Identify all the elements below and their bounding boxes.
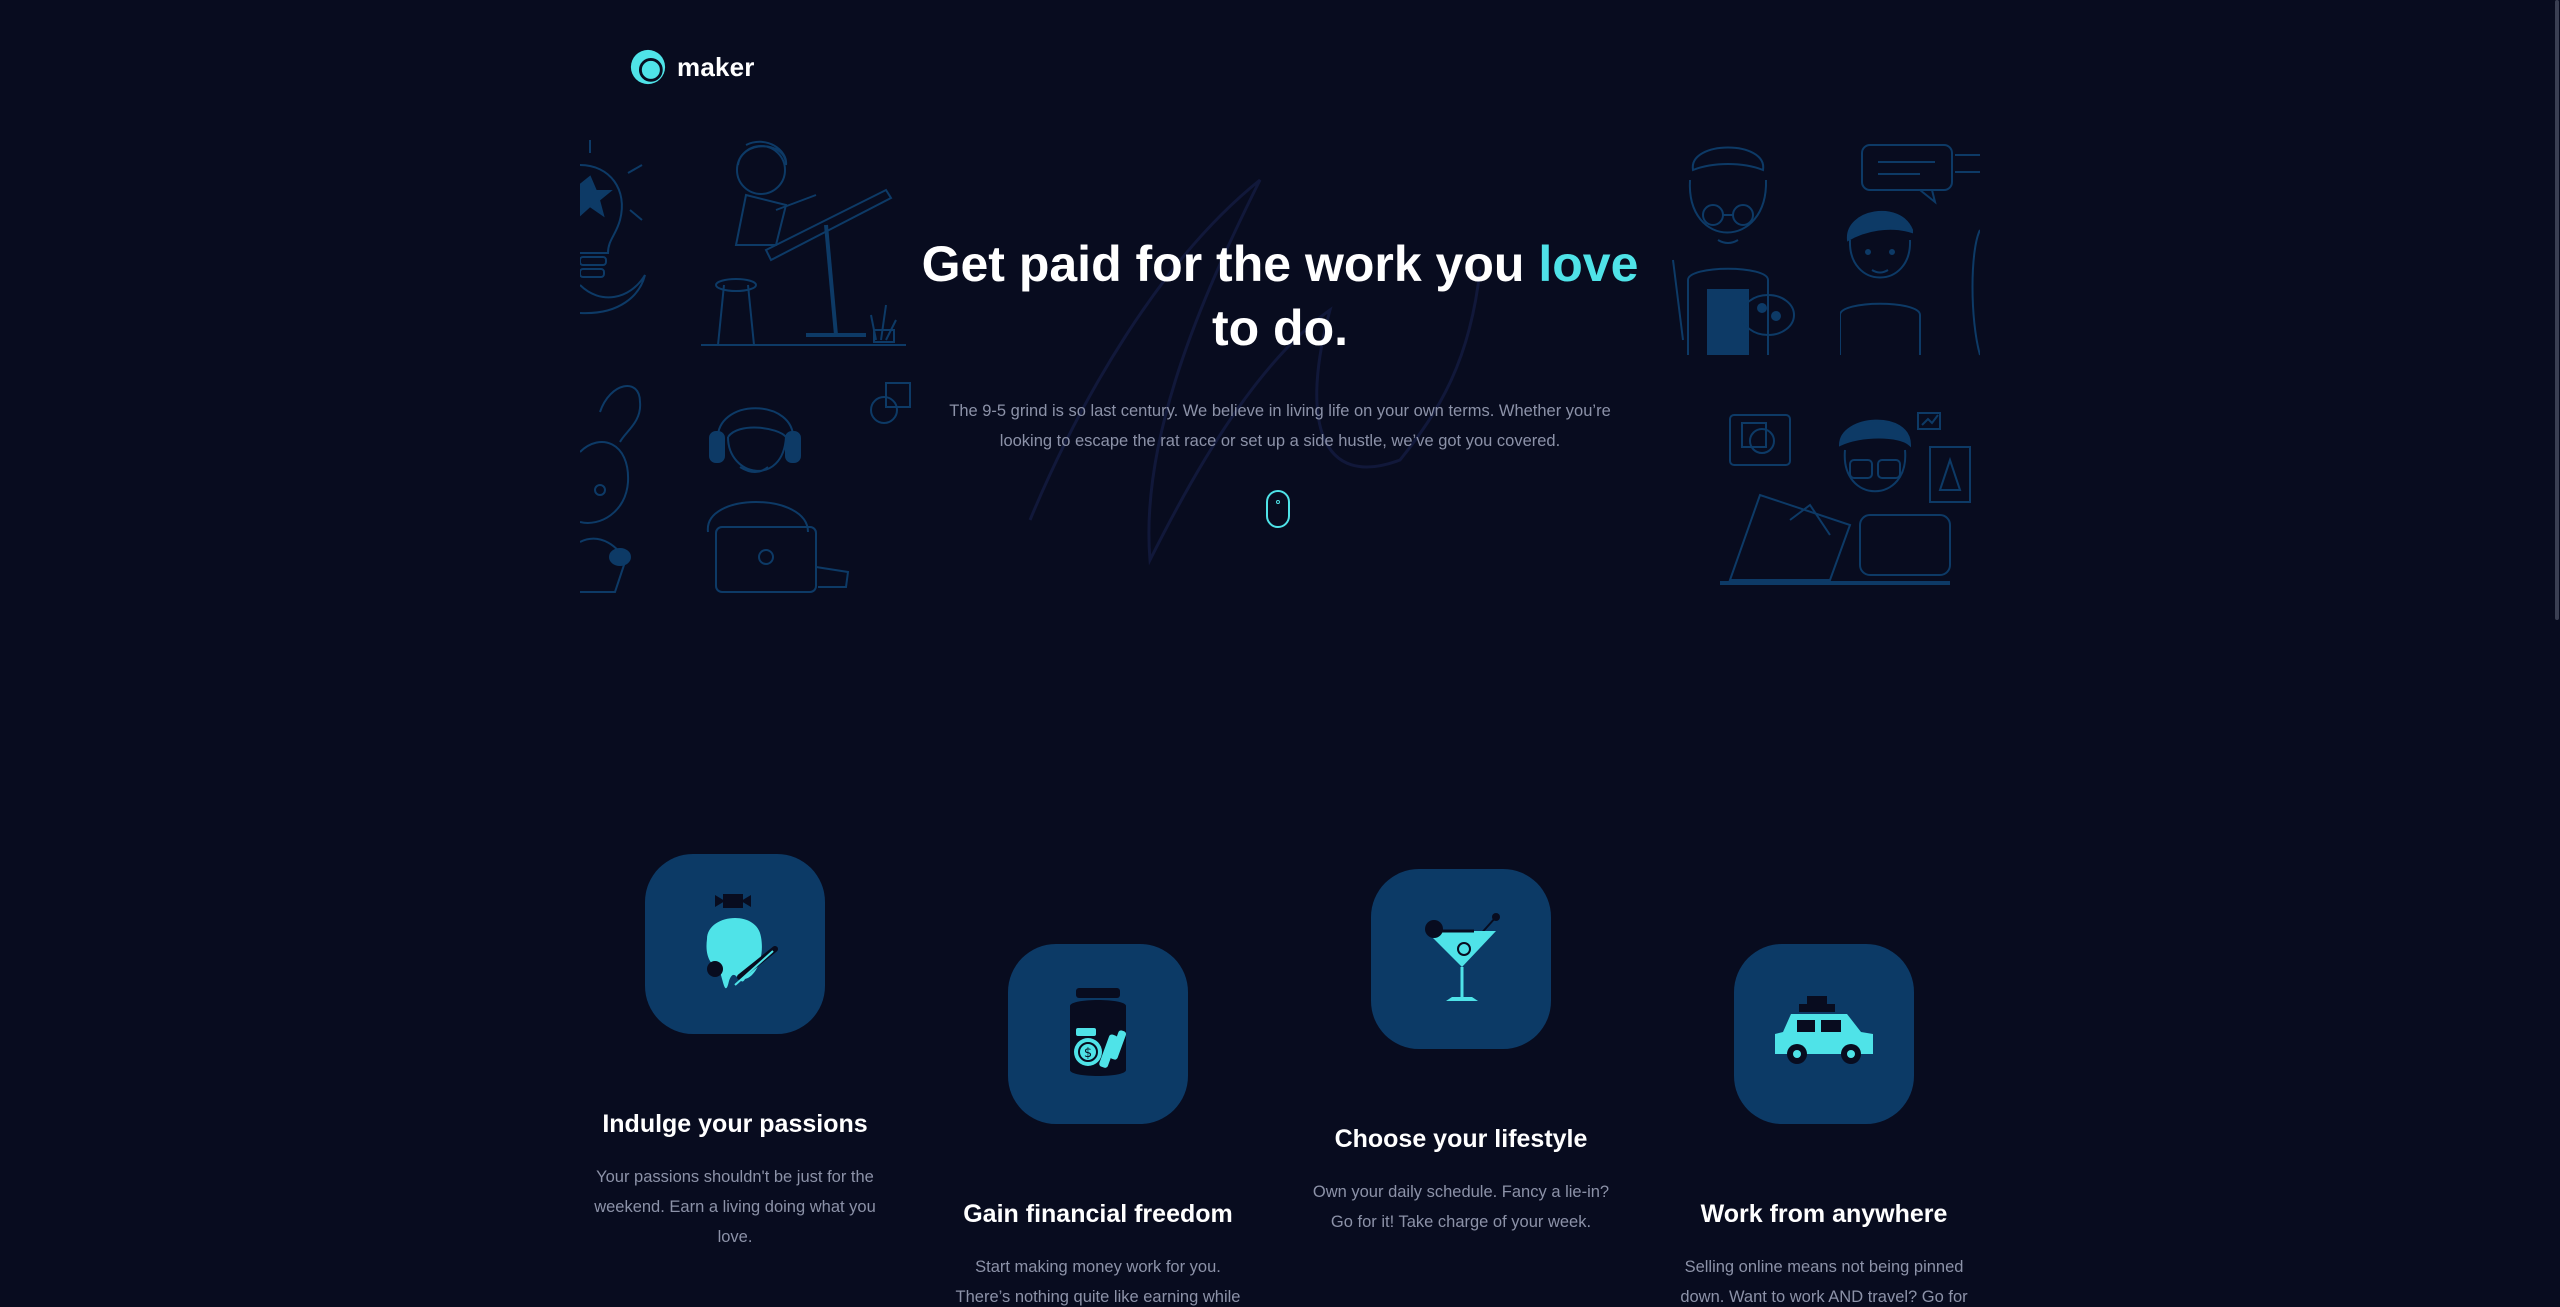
hero-title-part1: Get paid for the work you [921,236,1539,292]
svg-text:$: $ [1084,1046,1092,1061]
paint-bucket-icon [706,894,778,989]
logo[interactable]: maker [629,48,755,86]
mouse-scroll-icon[interactable] [1266,490,1290,528]
maker-logo-icon [630,49,666,85]
feature-icon-container [645,854,825,1034]
scrollbar-thumb[interactable] [2555,0,2559,620]
logo-text: maker [677,51,755,82]
feature-title: Gain financial freedom [963,1200,1233,1228]
feature-card-financial-freedom: $ Gain financial freedom Start making mo… [938,944,1258,1307]
feature-description: Your passions shouldn't be just for the … [594,1168,876,1246]
signature-background-decoration [1028,178,1482,566]
rabbit-ears-person-illustration [580,382,670,597]
headset-laptop-person-illustration [698,382,853,597]
speech-bubble-man-illustration [1840,140,1980,360]
designer-at-drawing-tablet-illustration [1710,405,1975,590]
feature-description: Start making money work for you. There’s… [955,1258,1241,1306]
feature-card-work-anywhere: Work from anywhere Selling online means … [1664,944,1984,1307]
hero-title-accent: love [1538,236,1639,292]
feature-icon-container: $ [1008,944,1188,1124]
hero-subtitle: The 9-5 grind is so last century. We bel… [949,402,1611,450]
frame-shapes-illustration [870,380,915,430]
feature-title: Work from anywhere [1700,1200,1948,1228]
money-jar-icon: $ [1070,988,1127,1076]
drafting-table-artist-illustration [696,135,906,350]
mouse-wheel [1276,500,1280,504]
hero-title: Get paid for the work you love to do. [880,232,1680,360]
lightbulb-star-illustration [580,135,650,315]
car-with-luggage-icon [1775,996,1873,1064]
feature-title: Choose your lifestyle [1334,1125,1588,1153]
feature-icon-container [1371,869,1551,1049]
hero-title-part2: to do. [1211,300,1349,356]
feature-card-passions: Indulge your passions Your passions shou… [575,854,895,1252]
feature-card-lifestyle: Choose your lifestyle Own your daily sch… [1301,869,1621,1237]
feature-description: Own your daily schedule. Fancy a lie-in?… [1312,1183,1610,1231]
page: maker Get paid for the work you love to … [0,0,2560,1307]
feature-title: Indulge your passions [602,1110,868,1138]
feature-description: Selling online means not being pinned do… [1680,1258,1968,1306]
feature-icon-container [1734,944,1914,1124]
cocktail-glass-icon [1425,913,1500,1001]
page-scrollbar[interactable] [2552,0,2560,1307]
